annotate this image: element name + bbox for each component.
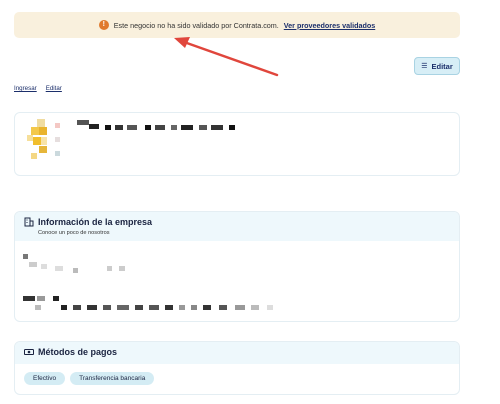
company-info-header: Información de la empresa Conoce un poco… — [15, 212, 459, 241]
payment-methods-list: Efectivo Transferencia bancaria — [24, 372, 155, 385]
edit-button-label: Editar — [431, 61, 453, 71]
payment-chip-bank-transfer[interactable]: Transferencia bancaria — [70, 372, 155, 385]
list-icon: ☰ — [421, 63, 428, 70]
business-profile-card — [14, 112, 460, 176]
payment-chip-cash[interactable]: Efectivo — [24, 372, 66, 385]
payment-methods-card: Métodos de pagos Efectivo Transferencia … — [14, 341, 460, 395]
company-info-subtitle: Conoce un poco de nosotros — [38, 230, 110, 236]
validation-warning-banner: ! Este negocio no ha sido validado por C… — [14, 12, 460, 38]
cash-icon — [24, 349, 34, 355]
edit-link[interactable]: Editar — [46, 85, 62, 92]
payment-methods-header: Métodos de pagos — [15, 342, 459, 364]
edit-button[interactable]: ☰ Editar — [414, 57, 460, 75]
banner-message: Este negocio no ha sido validado por Con… — [113, 20, 279, 30]
account-links: Ingresar Editar — [14, 85, 62, 92]
building-icon — [24, 217, 34, 227]
validated-providers-link[interactable]: Ver proveedores validados — [284, 21, 375, 30]
login-link[interactable]: Ingresar — [14, 85, 37, 92]
warning-icon: ! — [98, 20, 109, 30]
company-info-card: Información de la empresa Conoce un poco… — [14, 211, 460, 322]
company-info-title: Información de la empresa — [38, 217, 153, 227]
payment-methods-title: Métodos de pagos — [38, 347, 118, 357]
